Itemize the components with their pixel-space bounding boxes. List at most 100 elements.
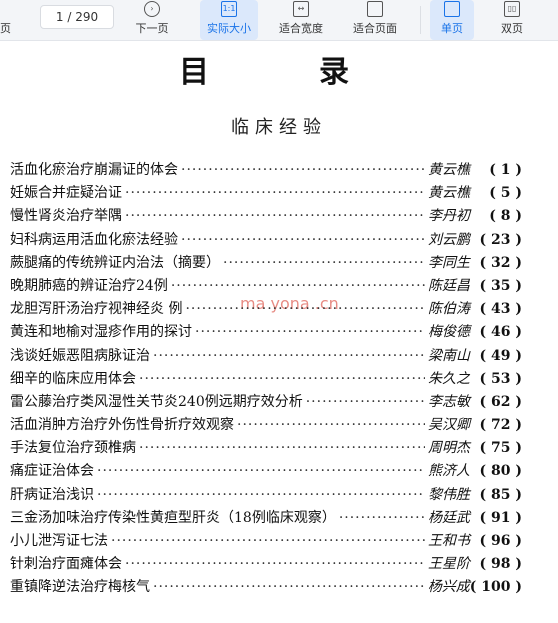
toc-entry[interactable]: 雷公藤治疗类风湿性关节炎240例远期疗效分析 李志敏 ( 62 ) xyxy=(10,391,522,414)
toc-entry-title: 手法复位治疗颈椎病 xyxy=(10,440,136,457)
toc-entry[interactable]: 手法复位治疗颈椎病 周明杰 ( 75 ) xyxy=(10,437,522,460)
toc-entry-title: 三金汤加味治疗传染性黄疸型肝炎（18例临床观察） xyxy=(10,509,336,526)
toc-entry-page: ( 80 ) xyxy=(479,463,522,480)
dot-leader xyxy=(339,510,425,526)
toc-entry-author: 王星阶 xyxy=(428,556,470,573)
toc-entry-page: ( 75 ) xyxy=(479,440,522,457)
dot-leader xyxy=(125,208,425,224)
next-page-button[interactable]: › 下一页 xyxy=(130,0,174,40)
toc-entry-author: 周明杰 xyxy=(428,440,470,457)
toc-entry-title: 活血消肿方治疗外伤性骨折疗效观察 xyxy=(10,417,234,434)
toc-entry-author: 黄云樵 xyxy=(428,185,470,202)
toc-entry[interactable]: 小儿泄泻证七法 王和书 ( 96 ) xyxy=(10,530,522,553)
toc-entry-page: ( 98 ) xyxy=(479,556,522,573)
toc-entry[interactable]: 肝病证治浅识 黎伟胜 ( 85 ) xyxy=(10,484,522,507)
dot-leader xyxy=(139,371,425,387)
toc-entry-page: ( 72 ) xyxy=(479,417,522,434)
toc-entry-author: 黎伟胜 xyxy=(428,486,470,503)
toc-entry-author: 李同生 xyxy=(428,254,470,271)
fit-page-label: 适合页面 xyxy=(353,22,397,35)
toc-entry-page: ( 49 ) xyxy=(479,347,522,364)
single-page-button[interactable]: 单页 xyxy=(430,0,474,40)
dot-leader xyxy=(237,417,425,433)
toc-entry[interactable]: 活血消肿方治疗外伤性骨折疗效观察 吴汉卿 ( 72 ) xyxy=(10,414,522,437)
fit-width-button[interactable]: ↔ 适合宽度 xyxy=(270,0,332,40)
toc-entry-title: 雷公藤治疗类风湿性关节炎240例远期疗效分析 xyxy=(10,393,303,410)
double-page-icon: ▯▯ xyxy=(504,1,520,17)
toc-entry-author: 李丹初 xyxy=(428,208,470,225)
dot-leader xyxy=(125,185,425,201)
toc-entry[interactable]: 蕨腿痛的传统辨证内治法（摘要） 李同生 ( 32 ) xyxy=(10,252,522,275)
double-page-button[interactable]: ▯▯ 双页 xyxy=(490,0,534,40)
toc-entry-page: ( 53 ) xyxy=(479,370,522,387)
dot-leader xyxy=(223,255,425,271)
table-of-contents: 活血化瘀治疗崩漏证的体会黄云樵( 1 )妊娠合并症疑治证黄云樵( 5 )慢性肾炎… xyxy=(10,159,522,600)
section-heading: 临床经验 xyxy=(231,117,327,138)
next-page-icon: › xyxy=(144,1,160,17)
toc-entry-title: 晚期肺癌的辨证治疗24例 xyxy=(10,277,168,294)
actual-size-icon: 1:1 xyxy=(221,1,237,17)
toc-entry[interactable]: 痛症证治体会 熊济人 ( 80 ) xyxy=(10,460,522,483)
dot-leader xyxy=(195,324,425,340)
toc-entry-title: 小儿泄泻证七法 xyxy=(10,533,108,549)
toc-entry[interactable]: 三金汤加味治疗传染性黄疸型肝炎（18例临床观察） 杨廷武 ( 91 ) xyxy=(10,507,522,530)
toc-entry-page: ( 62 ) xyxy=(479,393,522,410)
toc-entry-title: 慢性肾炎治疗举隅 xyxy=(10,208,122,225)
page-title: 目录 xyxy=(179,55,459,90)
toc-entry-page: ( 85 ) xyxy=(479,486,522,503)
toc-entry-author: 刘云鹏 xyxy=(428,231,470,248)
toc-entry-author: 黄云樵 xyxy=(428,162,470,178)
toolbar-divider xyxy=(420,6,421,34)
toc-entry[interactable]: 活血化瘀治疗崩漏证的体会 黄云樵 ( 1 ) xyxy=(10,159,522,182)
toc-entry[interactable]: 妊娠合并症疑治证 黄云樵 ( 5 ) xyxy=(10,182,522,205)
fit-page-icon xyxy=(367,1,383,17)
toc-entry[interactable]: 妇科病运用活血化瘀法经验 刘云鹏 ( 23 ) xyxy=(10,229,522,252)
toc-entry-title: 妇科病运用活血化瘀法经验 xyxy=(10,231,178,248)
toc-entry-title: 黄连和地榆对湿疹作用的探讨 xyxy=(10,324,192,341)
dot-leader xyxy=(111,533,425,549)
toc-entry-author: 杨廷武 xyxy=(428,509,470,526)
actual-size-label: 实际大小 xyxy=(207,22,251,35)
toc-entry[interactable]: 针刺治疗面瘫体会 王星阶 ( 98 ) xyxy=(10,553,522,576)
dot-leader xyxy=(185,301,425,317)
toc-entry[interactable]: 黄连和地榆对湿疹作用的探讨 梅俊德 ( 46 ) xyxy=(10,321,522,344)
toc-entry[interactable]: 龙胆泻肝汤治疗视神经炎 例 陈伯涛 ( 43 ) xyxy=(10,298,522,321)
dot-leader xyxy=(181,232,425,248)
toc-entry-author: 梅俊德 xyxy=(428,324,470,341)
toc-entry-author: 陈伯涛 xyxy=(428,301,470,318)
page-number-input[interactable]: 1 / 290 xyxy=(40,5,114,29)
toc-entry-title: 妊娠合并症疑治证 xyxy=(10,185,122,202)
dot-leader xyxy=(153,348,425,364)
toc-entry-title: 细辛的临床应用体会 xyxy=(10,370,136,387)
toc-entry-author: 李志敏 xyxy=(428,393,470,410)
toc-entry[interactable]: 慢性肾炎治疗举隅 李丹初 ( 8 ) xyxy=(10,205,522,228)
toc-entry-page: ( 46 ) xyxy=(479,324,522,341)
dot-leader xyxy=(125,556,425,572)
toc-entry-title: 痛症证治体会 xyxy=(10,463,94,480)
single-page-icon xyxy=(444,1,460,17)
toc-entry-title: 龙胆泻肝汤治疗视神经炎 例 xyxy=(10,301,183,318)
toc-entry-title: 蕨腿痛的传统辨证内治法（摘要） xyxy=(10,254,220,271)
toc-entry-author: 熊济人 xyxy=(428,463,470,480)
toc-entry[interactable]: 晚期肺癌的辨证治疗24例 陈廷昌 ( 35 ) xyxy=(10,275,522,298)
toc-entry[interactable]: 细辛的临床应用体会 朱久之 ( 53 ) xyxy=(10,368,522,391)
toc-entry-page: ( 91 ) xyxy=(479,509,522,526)
toc-entry-page: ( 43 ) xyxy=(479,301,522,318)
previous-page-label[interactable]: 页 xyxy=(0,20,11,36)
dot-leader xyxy=(306,394,425,410)
single-page-label: 单页 xyxy=(441,22,463,35)
toc-entry-title: 针刺治疗面瘫体会 xyxy=(10,556,122,573)
fit-page-button[interactable]: 适合页面 xyxy=(344,0,406,40)
toc-entry-page: ( 8 ) xyxy=(489,208,522,225)
toc-entry-title: 肝病证治浅识 xyxy=(10,486,94,503)
actual-size-button[interactable]: 1:1 实际大小 xyxy=(200,0,258,40)
toc-entry[interactable]: 重镇降逆法治疗梅核气 杨兴成( 100 ) xyxy=(10,576,522,599)
double-page-label: 双页 xyxy=(501,22,523,35)
toc-entry-author: 朱久之 xyxy=(428,370,470,387)
toc-entry-title: 浅谈妊娠恶阻病脉证治 xyxy=(10,347,150,364)
dot-leader xyxy=(97,463,425,479)
toc-entry-page: ( 35 ) xyxy=(479,277,522,294)
dot-leader xyxy=(97,487,425,503)
document-page: 目录 临床经验 ma yona .cn 活血化瘀治疗崩漏证的体会黄云樵( 1 )… xyxy=(0,41,558,623)
toc-entry[interactable]: 浅谈妊娠恶阻病脉证治 梁南山 ( 49 ) xyxy=(10,345,522,368)
